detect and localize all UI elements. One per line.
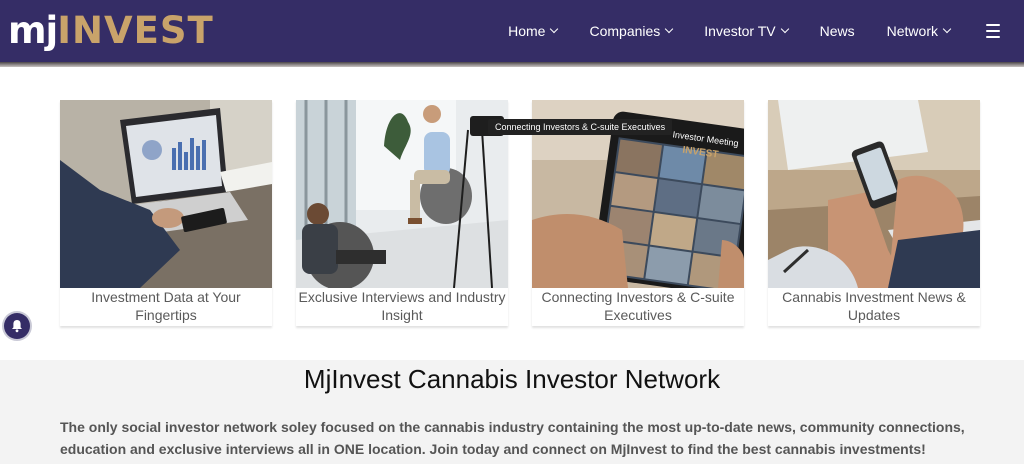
laptop-chart-image bbox=[60, 100, 272, 288]
nav-item-label: Investor TV bbox=[704, 23, 776, 39]
image-tooltip: Connecting Investors & C-suite Executive… bbox=[488, 119, 673, 135]
nav-item-label: Companies bbox=[589, 23, 661, 39]
bell-icon[interactable] bbox=[4, 313, 30, 339]
top-navigation-bar: mj INVEST Home Companies Investor TV News… bbox=[0, 0, 1024, 62]
card-caption: Cannabis Investment News & Updates bbox=[782, 289, 966, 323]
feature-card-data[interactable]: Investment Data at Your Fingertips bbox=[60, 100, 272, 326]
nav-item-network[interactable]: Network bbox=[871, 23, 966, 39]
nav-item-label: Network bbox=[886, 23, 938, 39]
feature-card-interviews[interactable]: Exclusive Interviews and Industry Insigh… bbox=[296, 100, 508, 326]
nav-item-label: News bbox=[819, 23, 855, 39]
nav-item-investor-tv[interactable]: Investor TV bbox=[688, 23, 803, 39]
chevron-down-icon bbox=[550, 24, 559, 34]
section-heading: MjInvest Cannabis Investor Network bbox=[303, 364, 721, 394]
main-menu: Home Companies Investor TV News Network bbox=[492, 0, 966, 62]
card-caption: Connecting Investors & C-suite Executive… bbox=[541, 289, 735, 323]
logo-mj-text: mj bbox=[8, 9, 58, 52]
logo-invest-text: INVEST bbox=[57, 9, 214, 52]
nav-item-news[interactable]: News bbox=[804, 23, 871, 39]
card-caption: Exclusive Interviews and Industry Insigh… bbox=[298, 289, 506, 323]
hamburger-icon[interactable] bbox=[986, 24, 1000, 38]
feature-card-news[interactable]: Cannabis Investment News & Updates bbox=[768, 100, 980, 326]
card-caption: Investment Data at Your Fingertips bbox=[91, 289, 241, 323]
section-body: The only social investor network soley f… bbox=[60, 419, 965, 457]
nav-item-label: Home bbox=[508, 23, 546, 39]
nav-item-home[interactable]: Home bbox=[492, 23, 573, 39]
phone-news-image bbox=[768, 100, 980, 288]
nav-item-companies[interactable]: Companies bbox=[573, 23, 688, 39]
interview-studio-image bbox=[296, 100, 508, 288]
chevron-down-icon bbox=[780, 24, 789, 34]
chevron-down-icon bbox=[942, 24, 952, 34]
chevron-down-icon bbox=[665, 24, 674, 34]
network-intro-section: MjInvest Cannabis Investor Network The o… bbox=[0, 360, 1024, 464]
hero-image-strip bbox=[0, 62, 1024, 67]
mjinvest-logo[interactable]: mj INVEST bbox=[8, 9, 214, 53]
